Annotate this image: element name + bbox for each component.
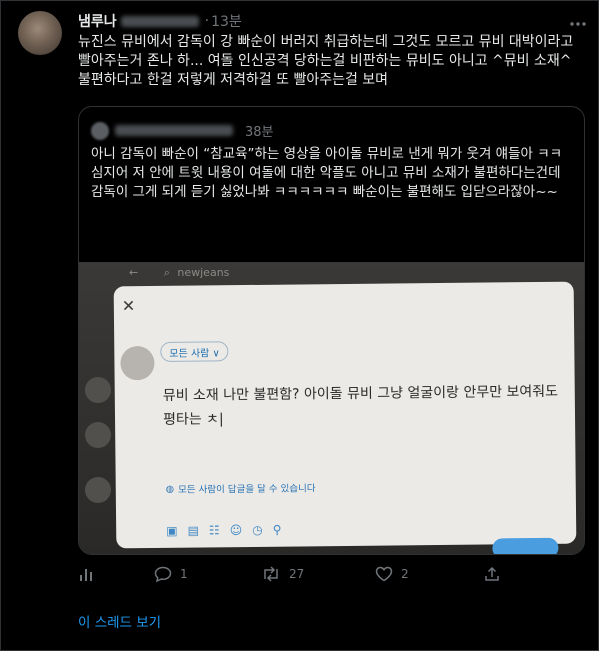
image-search-query: newjeans	[177, 266, 230, 279]
heart-icon	[375, 566, 393, 582]
show-thread-link[interactable]: 이 스레드 보기	[78, 611, 161, 631]
quoted-tweet[interactable]: 38분 아니 감독이 빠순이 “참교육”하는 영상을 아이돌 뮤비로 낸게 뭐가…	[78, 106, 585, 555]
location-icon: ⚲	[272, 522, 282, 537]
close-icon: ✕	[121, 296, 136, 316]
schedule-icon: ◷	[252, 522, 263, 537]
quoted-tweet-text-body: 아니 감독이 빠순이 “참교육”하는 영상을 아이돌 뮤비로 낸게 뭐가 웃겨 …	[91, 146, 563, 200]
image-search-icon: ⌕	[163, 266, 170, 279]
analytics-button[interactable]	[78, 566, 94, 582]
avatar[interactable]	[18, 11, 62, 55]
compose-toolbar: ▣ ▤ ☷ ☺ ◷ ⚲	[166, 523, 281, 538]
image-bg-avatar	[85, 477, 111, 503]
quoted-tweet-text: 아니 감독이 빠순이 “참교육”하는 영상을 아이돌 뮤비로 낸게 뭐가 웃겨 …	[91, 145, 576, 202]
audience-selector: 모든 사람 ∨	[160, 341, 229, 362]
author-name[interactable]: 냄루나	[78, 11, 117, 31]
tweet-timestamp[interactable]: 13분	[211, 11, 242, 31]
reply-icon	[154, 566, 172, 582]
compose-tweet-button	[492, 537, 559, 554]
image-bg-avatar	[85, 422, 111, 448]
image-bg-avatar	[85, 377, 111, 403]
image-icon: ▣	[166, 523, 178, 538]
gif-icon: ▤	[187, 523, 199, 538]
compose-modal: ✕ 모든 사람 ∨ 뮤비 소재 나만 불편함? 아이돌 뮤비 그냥 얼굴이랑 안…	[113, 281, 577, 554]
poll-icon: ☷	[208, 523, 220, 538]
more-icon[interactable]	[569, 12, 587, 31]
emoji-icon: ☺	[229, 523, 243, 538]
author-handle-blurred[interactable]	[120, 15, 199, 27]
quoted-tweet-image[interactable]: ← ⌕ newjeans ✕ 모든 사람 ∨ 뮤비 소재 나만 불편함? 아이돌…	[79, 262, 584, 554]
quoted-author-blurred	[115, 125, 233, 136]
separator-dot: ·	[204, 13, 210, 29]
like-button[interactable]: 2	[375, 566, 409, 582]
reply-button[interactable]: 1	[154, 566, 188, 582]
reply-count: 1	[180, 567, 188, 581]
image-back-arrow-icon: ←	[129, 266, 139, 279]
image-search-text: ← ⌕ newjeans	[129, 266, 229, 280]
retweet-button[interactable]: 27	[261, 566, 304, 582]
share-button[interactable]	[484, 566, 500, 582]
quoted-timestamp: 38분	[245, 125, 274, 140]
compose-avatar	[120, 345, 155, 381]
quoted-tweet-header: 38분	[91, 121, 274, 140]
action-bar: 1 27 2	[78, 566, 583, 586]
share-icon	[485, 566, 499, 581]
tweet-header: 냄루나 · 13분	[78, 11, 242, 31]
retweet-count: 27	[289, 567, 305, 581]
tweet-text: 뉴진스 뮤비에서 감독이 강 빠순이 버러지 취급하는데 그것도 모르고 뮤비 …	[78, 34, 574, 88]
reply-setting-label: 모든 사람이 답글을 달 수 있습니다	[178, 483, 316, 496]
like-count: 2	[401, 567, 409, 581]
globe-icon: ◍	[165, 483, 175, 495]
quoted-avatar	[91, 121, 109, 140]
compose-text: 뮤비 소재 나만 불편함? 아이돌 뮤비 그냥 얼굴이랑 안무만 보여줘도 평타…	[162, 383, 559, 428]
analytics-icon	[80, 569, 92, 581]
reply-setting: ◍ 모든 사람이 답글을 달 수 있습니다	[166, 480, 316, 496]
retweet-icon	[264, 566, 278, 582]
